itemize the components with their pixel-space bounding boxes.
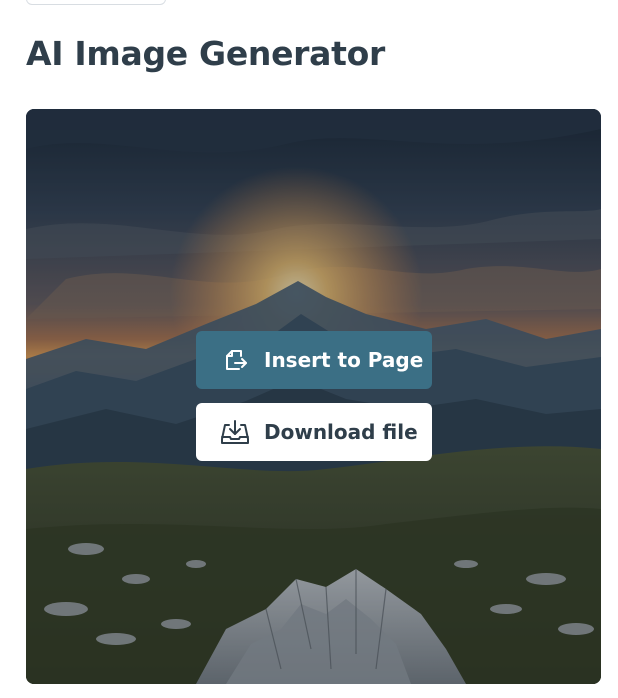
insert-page-icon — [220, 345, 250, 375]
download-file-button[interactable]: Download file — [196, 403, 432, 461]
insert-to-page-button[interactable]: Insert to Page — [196, 331, 432, 389]
top-tab[interactable] — [26, 0, 166, 5]
download-button-label: Download file — [264, 420, 418, 444]
download-tray-icon — [220, 417, 250, 447]
page-title: AI Image Generator — [26, 34, 385, 73]
insert-button-label: Insert to Page — [264, 348, 424, 372]
generated-image-preview[interactable]: Insert to Page Download file — [26, 109, 601, 684]
image-dim-overlay — [26, 109, 601, 684]
